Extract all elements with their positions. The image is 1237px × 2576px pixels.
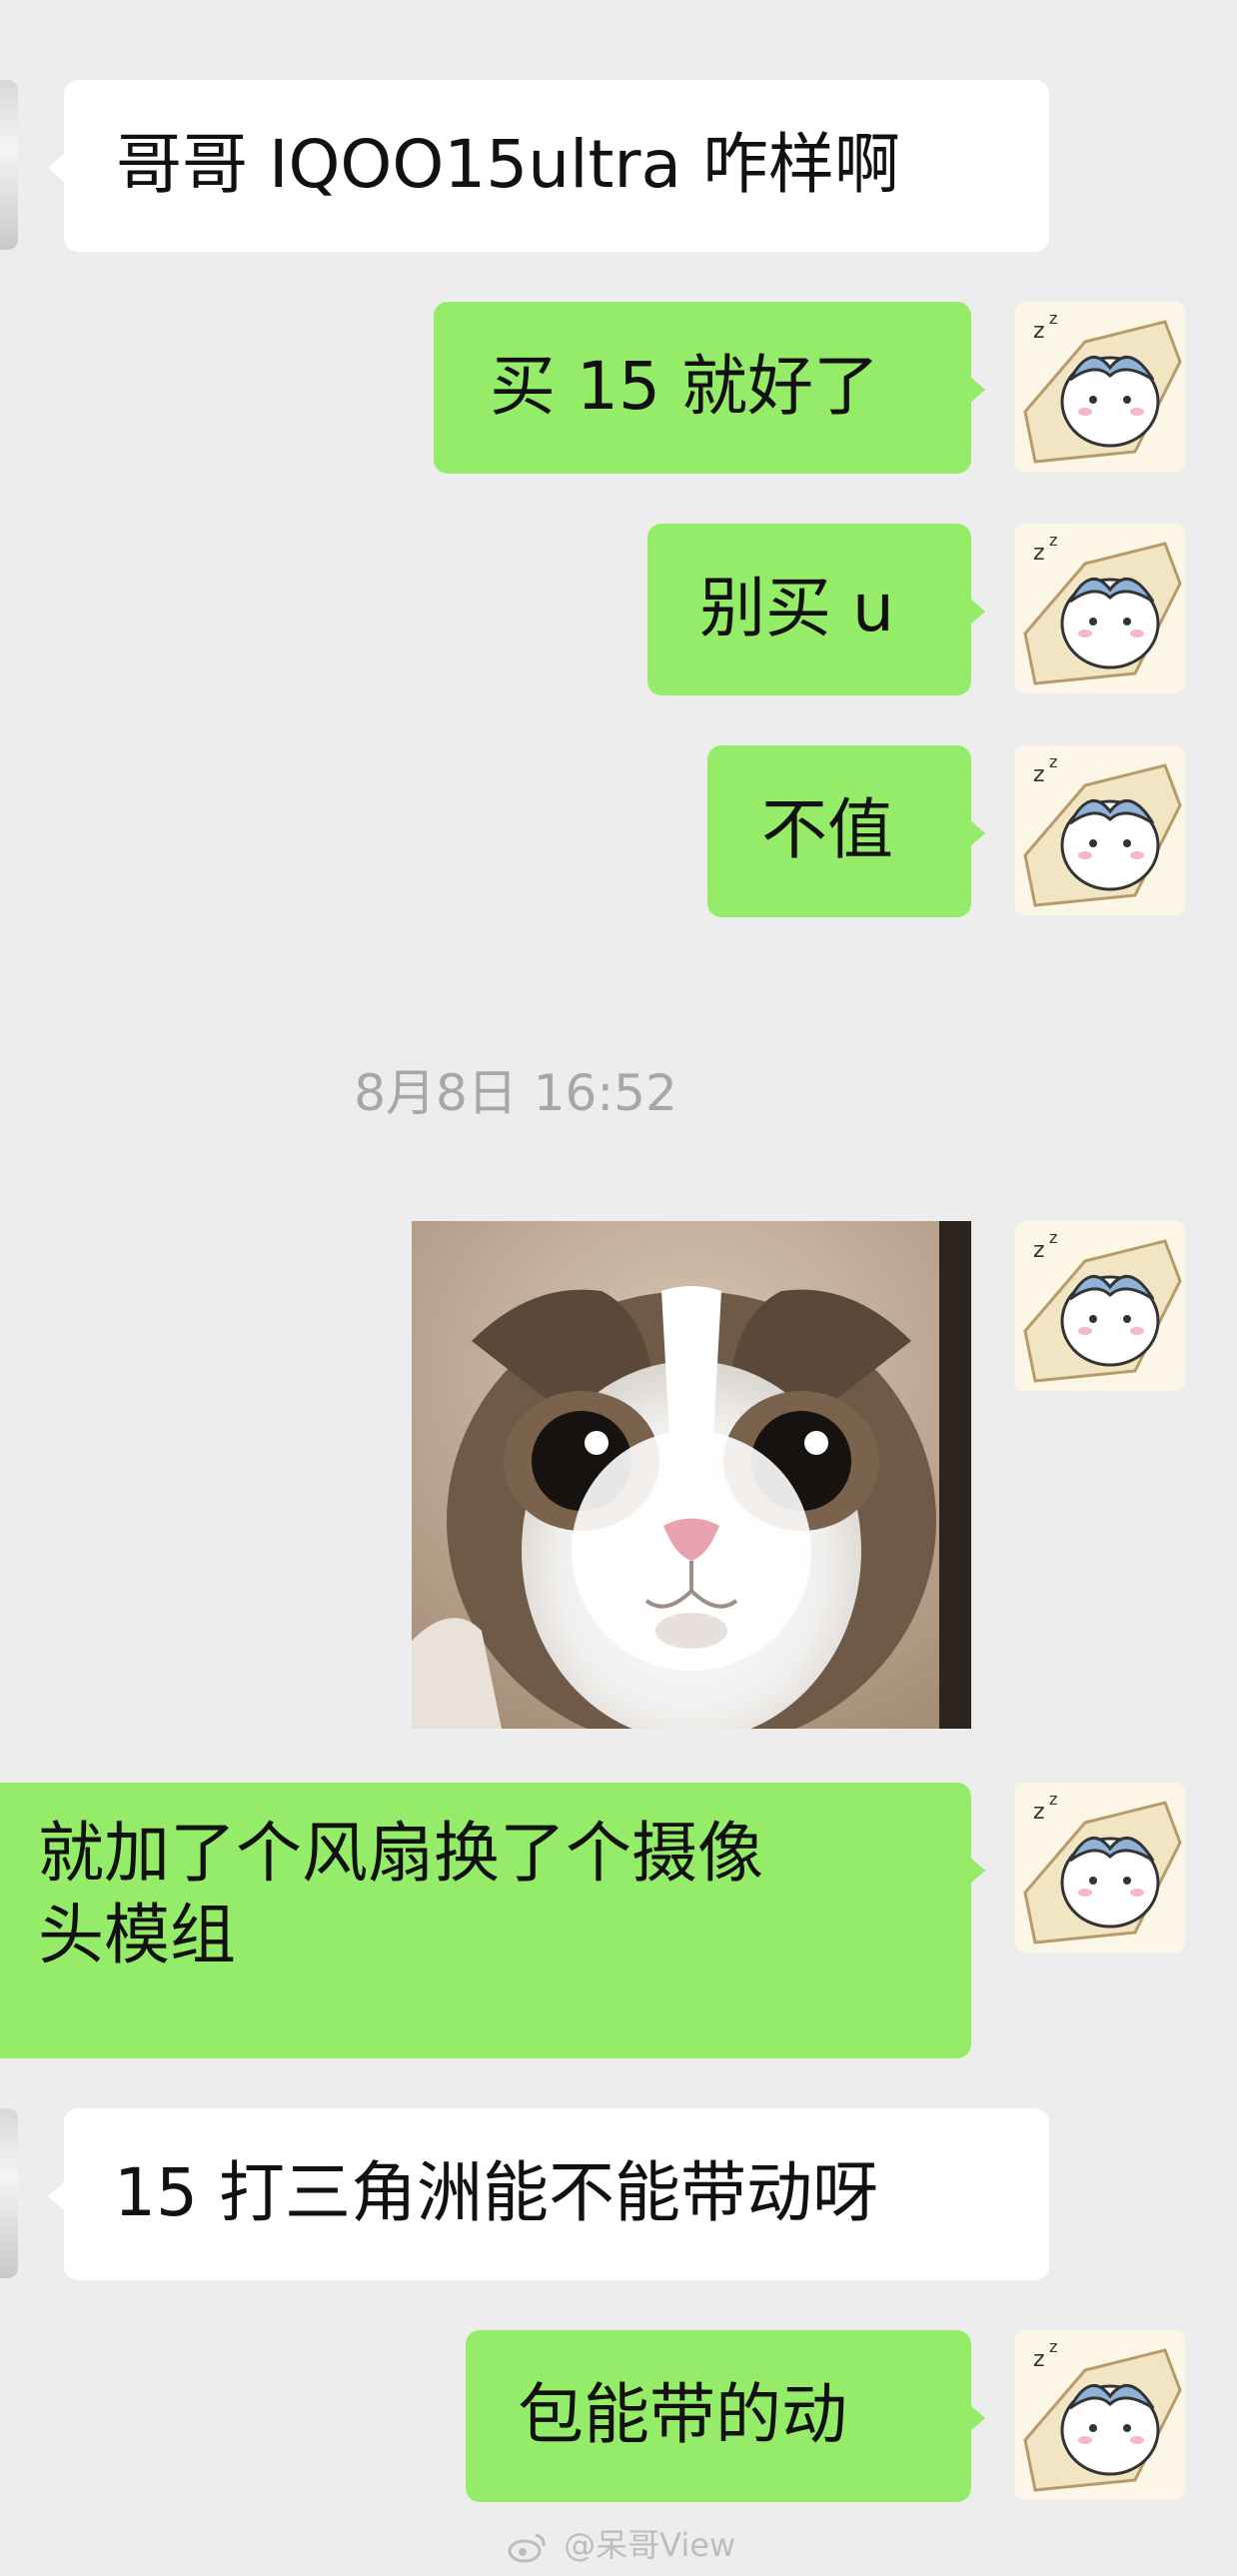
svg-text:z: z [1033, 541, 1045, 566]
cat-avatar-icon: z z [1015, 2330, 1185, 2500]
message-bubble-outgoing[interactable]: 就加了个风扇换了个摄像 头模组 [0, 1783, 971, 2058]
message-bubble-outgoing[interactable]: 包能带的动 [466, 2330, 971, 2502]
my-avatar[interactable]: z z [1015, 745, 1185, 915]
my-avatar[interactable]: z z [1015, 524, 1185, 693]
svg-text:z: z [1033, 1800, 1045, 1825]
message-text: 哥哥 IQOO15ultra 咋样啊 [116, 126, 900, 203]
contact-avatar[interactable] [0, 80, 18, 250]
bubble-tail [969, 598, 985, 626]
message-bubble-outgoing[interactable]: 不值 [707, 745, 971, 917]
cat-avatar-icon: z z [1015, 1783, 1185, 1952]
message-bubble-incoming[interactable]: 15 打三角洲能不能带动呀 [64, 2108, 1049, 2280]
bubble-tail [969, 376, 985, 404]
svg-text:z: z [1049, 531, 1057, 550]
image-message-cat-photo[interactable] [412, 1221, 971, 1729]
svg-text:z: z [1049, 2337, 1057, 2356]
message-timestamp: 8月8日 16:52 [354, 1064, 677, 1122]
svg-text:z: z [1033, 319, 1045, 344]
bubble-tail [48, 2182, 64, 2210]
svg-text:z: z [1033, 762, 1045, 787]
svg-text:z: z [1033, 1238, 1045, 1263]
message-text: 不值 [761, 791, 893, 868]
svg-text:z: z [1049, 309, 1057, 328]
bubble-tail [969, 819, 985, 847]
message-bubble-outgoing[interactable]: 别买 u [647, 524, 971, 695]
bubble-tail [969, 2404, 985, 2432]
cat-avatar-icon: z z [1015, 745, 1185, 915]
cat-avatar-icon: z z [1015, 302, 1185, 472]
my-avatar[interactable]: z z [1015, 1221, 1185, 1391]
message-text: 别买 u [699, 570, 894, 646]
svg-text:z: z [1033, 2347, 1045, 2372]
bubble-tail [48, 154, 64, 182]
bubble-tail [969, 1857, 985, 1885]
svg-text:z: z [1049, 1790, 1057, 1809]
my-avatar[interactable]: z z [1015, 1783, 1185, 1952]
my-avatar[interactable]: z z [1015, 2330, 1185, 2500]
cat-avatar-icon: z z [1015, 524, 1185, 693]
cat-avatar-icon: z z [1015, 1221, 1185, 1391]
weibo-logo-icon [508, 2533, 546, 2563]
message-text-line-1: 就加了个风扇换了个摄像 [38, 1815, 763, 1892]
contact-avatar[interactable] [0, 2108, 18, 2278]
message-bubble-outgoing[interactable]: 买 15 就好了 [434, 302, 971, 474]
message-text: 包能带的动 [518, 2376, 847, 2453]
svg-text:z: z [1049, 1228, 1057, 1247]
message-text: 买 15 就好了 [490, 348, 879, 425]
message-text-line-2: 头模组 [38, 1896, 236, 1973]
svg-text:z: z [1049, 752, 1057, 771]
message-bubble-incoming[interactable]: 哥哥 IQOO15ultra 咋样啊 [64, 80, 1049, 252]
cat-photo-image [412, 1221, 971, 1729]
weibo-watermark: @呆哥View [508, 2520, 735, 2566]
message-text: 15 打三角洲能不能带动呀 [114, 2154, 878, 2231]
watermark-text: @呆哥View [564, 2526, 736, 2564]
my-avatar[interactable]: z z [1015, 302, 1185, 472]
